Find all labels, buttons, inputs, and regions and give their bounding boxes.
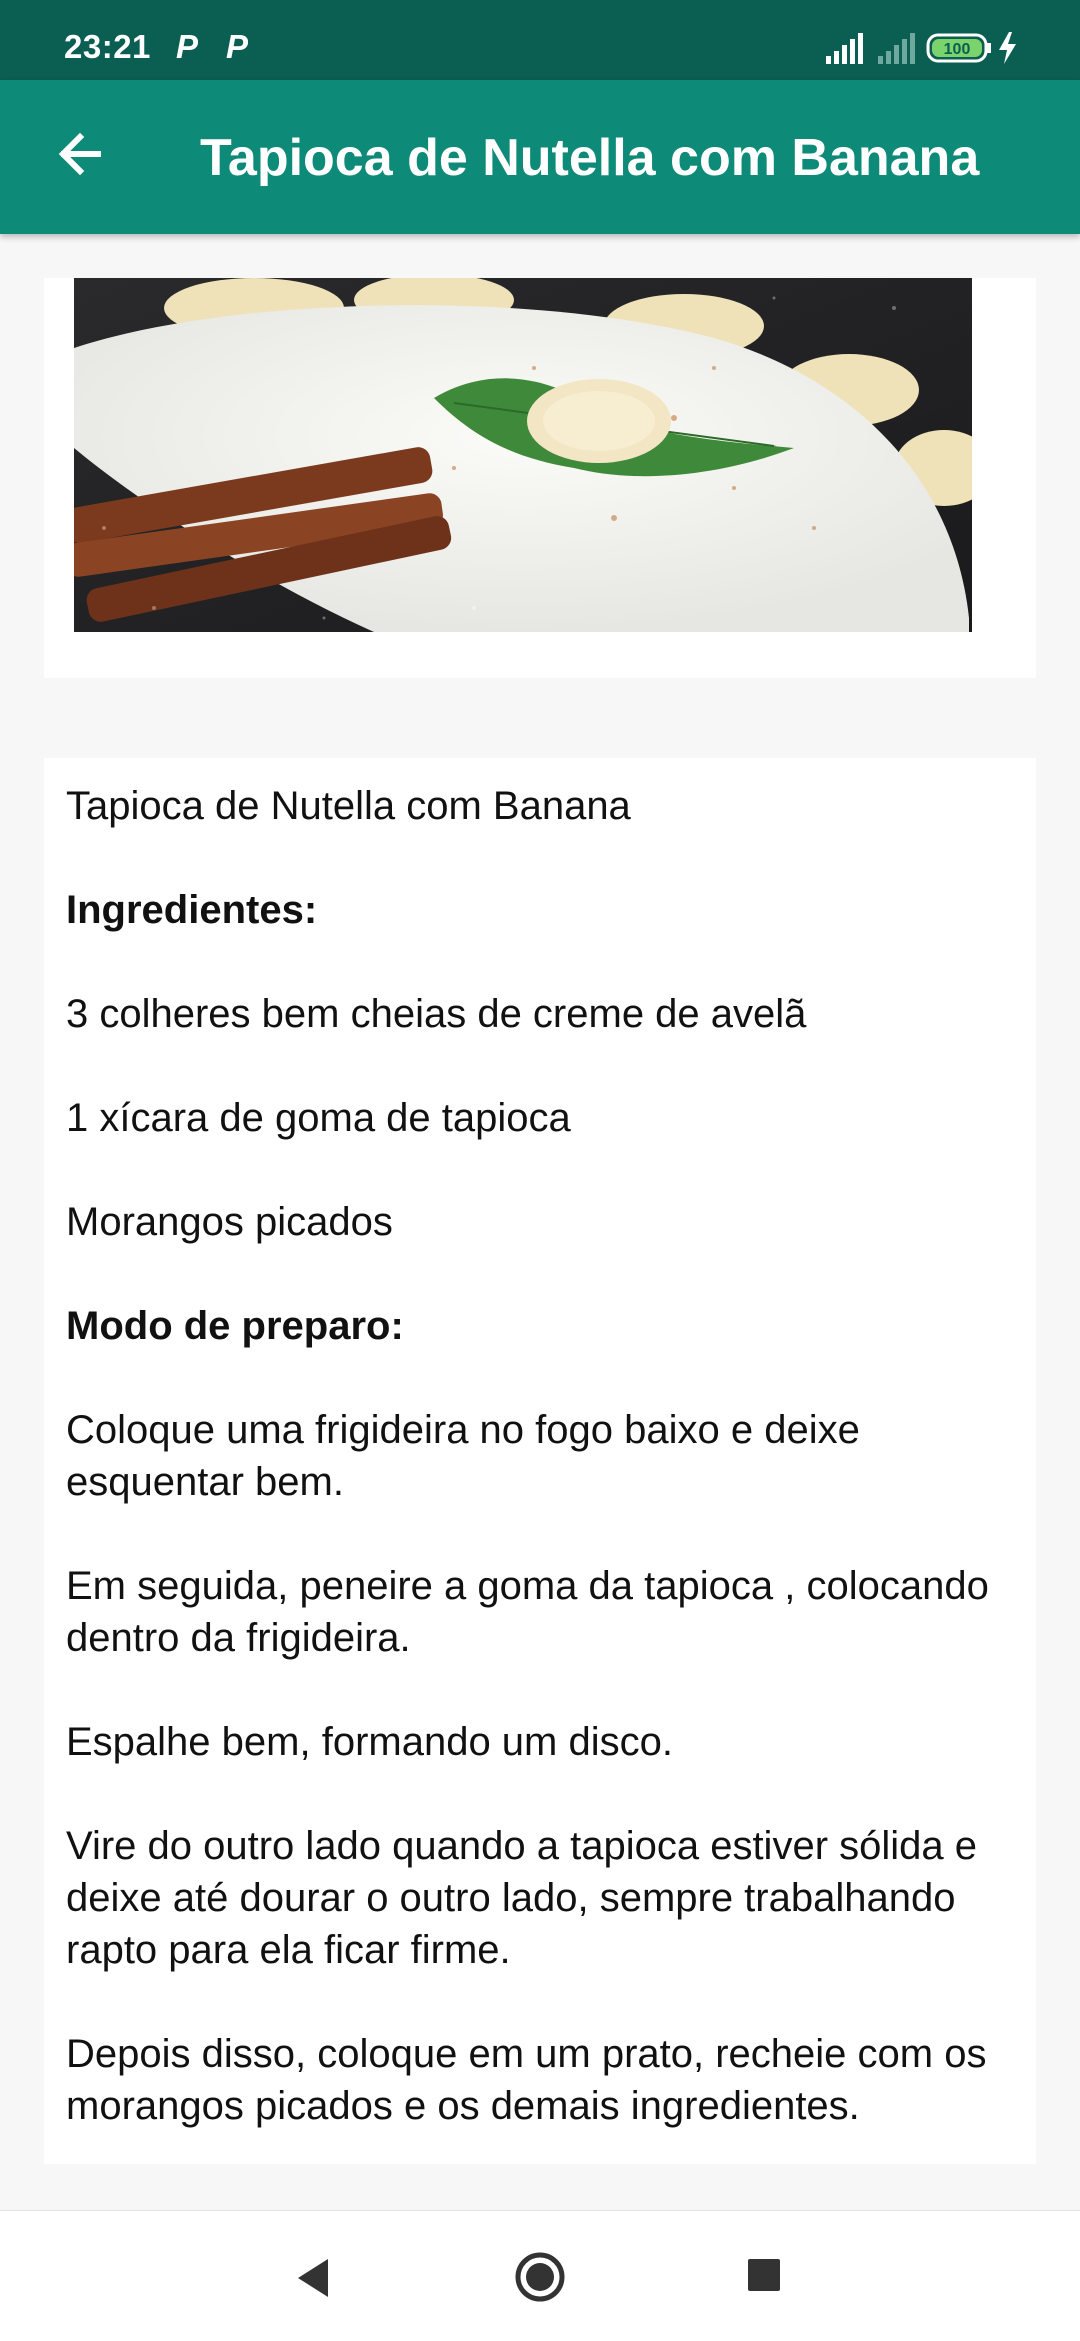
signal-no-service-icon <box>878 33 915 64</box>
triangle-back-icon <box>298 2259 328 2297</box>
arrow-left-icon <box>58 132 101 176</box>
ingredient-item: Morangos picados <box>66 1200 393 1244</box>
back-button[interactable] <box>36 114 120 198</box>
ingredients-heading: Ingredientes: <box>66 888 318 932</box>
status-icons: 100 <box>826 30 1046 66</box>
nav-home-button[interactable] <box>514 2251 566 2303</box>
status-time: 23:21 <box>64 28 151 65</box>
status-bar: 23:21 P P 100 <box>0 0 1080 80</box>
app-bar: Tapioca de Nutella com Banana <box>0 80 1080 234</box>
nav-recents-button[interactable] <box>746 2257 782 2293</box>
signal-icon <box>826 33 863 64</box>
recipe-title: Tapioca de Nutella com Banana <box>66 784 631 828</box>
battery-icon: 100 <box>926 33 991 63</box>
charging-icon <box>999 32 1016 64</box>
page-title: Tapioca de Nutella com Banana <box>200 129 980 187</box>
method-step: Espalhe bem, formando um disco. <box>66 1720 673 1764</box>
recipe-image <box>65 274 994 632</box>
ingredient-item: 3 colheres bem cheias de creme de avelã <box>66 992 807 1036</box>
battery-level: 100 <box>944 41 971 58</box>
method-step: Depois disso, coloque em um prato, reche… <box>66 2032 987 2128</box>
recipe-card: Tapioca de Nutella com Banana Ingredient… <box>44 758 1036 2164</box>
method-step: Coloque uma frigideira no fogo baixo e d… <box>66 1408 860 1504</box>
image-card <box>44 274 1036 678</box>
ingredient-item: 1 xícara de goma de tapioca <box>66 1096 571 1140</box>
circle-home-icon <box>515 2252 565 2302</box>
method-step: Em seguida, peneire a goma da tapioca , … <box>66 1564 989 1660</box>
system-nav-bar <box>0 2210 1080 2341</box>
square-recents-icon <box>748 2259 780 2291</box>
parking-icon: P <box>226 28 249 65</box>
parking-icon: P <box>176 28 199 65</box>
recipe-body: Tapioca de Nutella com Banana Ingredient… <box>66 780 1026 2132</box>
signal-battery-icons: 100 <box>826 32 1016 64</box>
nav-back-button[interactable] <box>292 2255 338 2301</box>
method-heading: Modo de preparo: <box>66 1304 404 1348</box>
method-step: Vire do outro lado quando a tapioca esti… <box>66 1824 977 1972</box>
